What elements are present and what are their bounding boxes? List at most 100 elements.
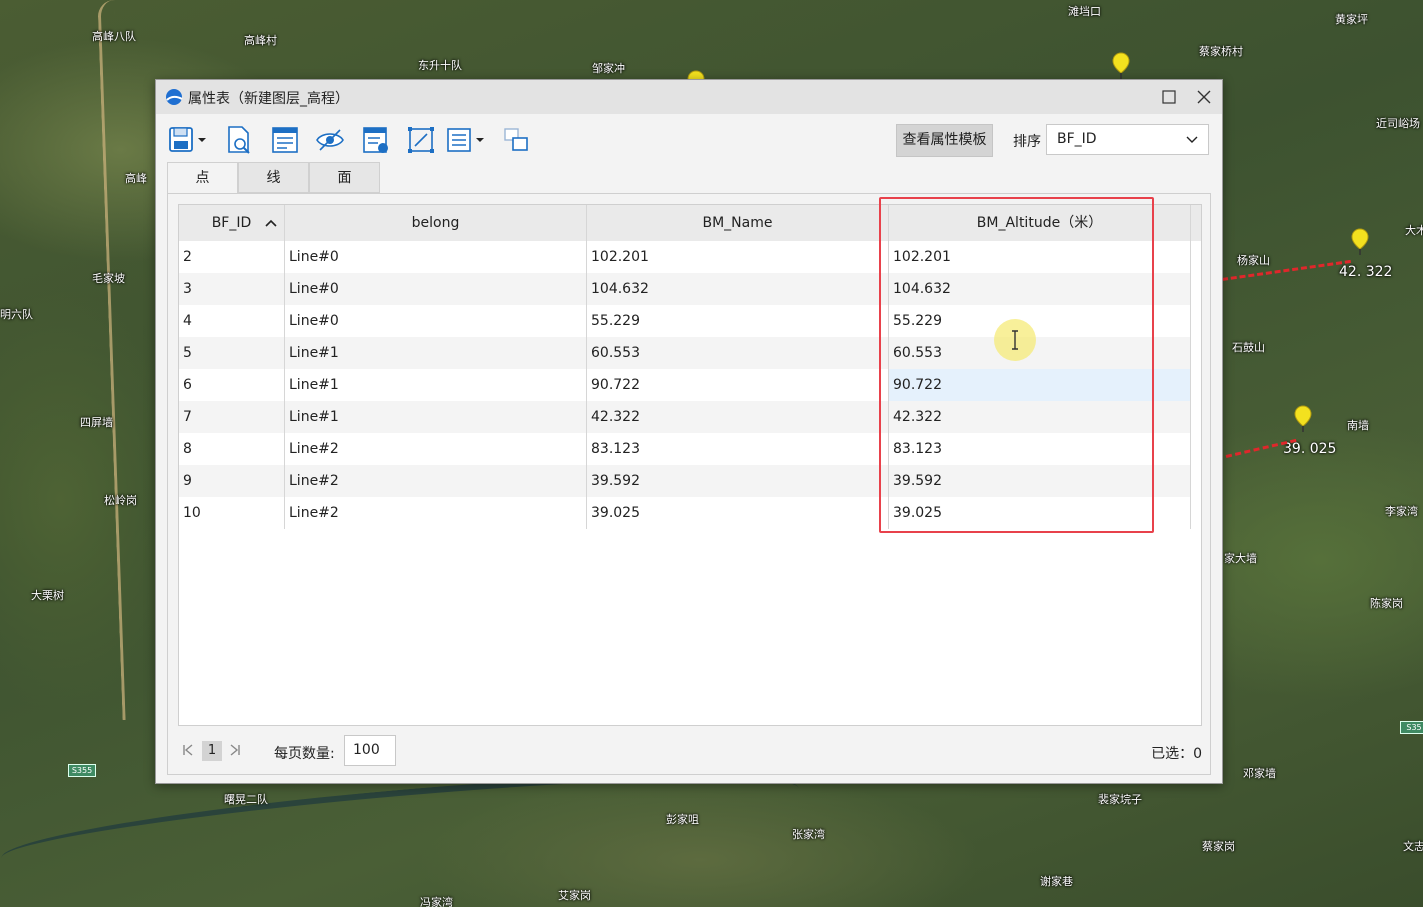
table-cell[interactable]: 4	[179, 305, 285, 337]
edit-fields-button[interactable]	[269, 124, 301, 156]
column-divider	[284, 241, 285, 529]
table-cell[interactable]: 2	[179, 241, 285, 273]
per-page-input[interactable]: 100	[344, 735, 396, 766]
map-place-label: 家大墙	[1224, 552, 1257, 565]
table-cell[interactable]: Line#1	[285, 401, 587, 433]
map-place-label: 杨家山	[1237, 254, 1270, 267]
map-place-label: 邹家冲	[592, 62, 625, 75]
resize-icon	[408, 127, 434, 153]
search-doc-icon	[228, 126, 250, 154]
eye-icon	[316, 129, 344, 151]
tab-polygon[interactable]: 面	[309, 162, 380, 193]
column-divider	[1190, 241, 1191, 529]
column-header-belong[interactable]: belong	[285, 205, 587, 241]
column-header-bf-id[interactable]: BF_ID	[179, 205, 285, 241]
map-pin-icon[interactable]	[1294, 405, 1312, 433]
map-place-label: 彭家咀	[666, 813, 699, 826]
sort-ascending-icon	[265, 219, 277, 227]
current-page[interactable]: 1	[202, 741, 222, 761]
visibility-button[interactable]	[314, 124, 346, 156]
column-header-bm-name[interactable]: BM_Name	[587, 205, 889, 241]
per-page-label: 每页数量:	[274, 746, 335, 762]
table-cell[interactable]: 55.229	[587, 305, 889, 337]
road-shield: S355	[68, 764, 96, 777]
map-place-label: 邓家墙	[1243, 767, 1276, 780]
title-bar[interactable]: 属性表（新建图层_高程）	[156, 80, 1222, 114]
form-settings-icon	[363, 127, 388, 153]
edit-list-icon	[272, 127, 298, 153]
attribute-table-window: 属性表（新建图层_高程） 查看属性模板 排序 BF_ID 点 线 面 BF_ID…	[155, 79, 1223, 784]
map-place-label: 李家湾	[1385, 505, 1418, 518]
first-page-icon[interactable]	[182, 743, 194, 757]
layers-icon	[504, 128, 528, 151]
selected-count: 已选：0	[1151, 746, 1202, 762]
map-place-label: 高峰村	[244, 34, 277, 47]
table-cell[interactable]: Line#2	[285, 465, 587, 497]
table-cell[interactable]: 7	[179, 401, 285, 433]
table-cell[interactable]: 39.592	[587, 465, 889, 497]
table-cell[interactable]: 60.553	[587, 337, 889, 369]
sort-select[interactable]: BF_ID	[1046, 124, 1209, 155]
table-cell[interactable]: 10	[179, 497, 285, 529]
table-cell[interactable]: Line#2	[285, 433, 587, 465]
map-place-label: 曙晃二队	[224, 793, 268, 806]
maximize-button[interactable]	[1154, 83, 1184, 111]
resize-columns-button[interactable]	[405, 124, 437, 156]
map-place-label: 四屏墙	[80, 416, 113, 429]
column-divider	[586, 241, 587, 529]
table-cell[interactable]: 102.201	[587, 241, 889, 273]
close-button[interactable]	[1189, 83, 1219, 111]
map-place-label: 黄家坪	[1335, 13, 1368, 26]
map-place-label: 大木	[1405, 224, 1423, 237]
window-title: 属性表（新建图层_高程）	[188, 91, 349, 107]
map-place-label: 南墙	[1347, 419, 1369, 432]
layers-button[interactable]	[500, 124, 532, 156]
table-cell[interactable]: 42.322	[587, 401, 889, 433]
map-place-label: 张家湾	[792, 828, 825, 841]
sort-value: BF_ID	[1057, 131, 1097, 147]
app-logo-icon	[166, 89, 183, 105]
toolbar	[167, 124, 547, 158]
table-cell[interactable]: Line#1	[285, 337, 587, 369]
list-menu-icon	[447, 128, 484, 152]
tab-line[interactable]: 线	[238, 162, 309, 193]
map-place-label: 大栗树	[31, 589, 64, 602]
query-button[interactable]	[224, 124, 256, 156]
save-icon	[169, 127, 206, 152]
pagination-bar: 1 每页数量: 100 已选：0	[168, 734, 1212, 774]
view-template-button[interactable]: 查看属性模板	[896, 124, 993, 157]
form-settings-button[interactable]	[360, 124, 392, 156]
save-button[interactable]	[167, 124, 206, 156]
table-cell[interactable]: 90.722	[587, 369, 889, 401]
table-cell[interactable]: Line#0	[285, 305, 587, 337]
table-cell[interactable]: 39.025	[587, 497, 889, 529]
map-pin-icon[interactable]	[1112, 52, 1130, 80]
table-cell[interactable]: 8	[179, 433, 285, 465]
header-filler	[1191, 205, 1201, 241]
map-place-label: 滩垱口	[1068, 5, 1101, 18]
table-cell[interactable]: Line#0	[285, 273, 587, 305]
table-cell[interactable]: 83.123	[587, 433, 889, 465]
map-place-label: 冯家湾	[420, 896, 453, 907]
table-cell[interactable]: 104.632	[587, 273, 889, 305]
table-cell[interactable]: Line#0	[285, 241, 587, 273]
list-menu-button[interactable]	[445, 124, 489, 156]
table-cell[interactable]: 6	[179, 369, 285, 401]
close-icon	[1197, 90, 1211, 104]
map-place-label: 明六队	[0, 308, 33, 321]
table-cell[interactable]: Line#2	[285, 497, 587, 529]
last-page-icon[interactable]	[229, 743, 241, 757]
table-cell[interactable]: 9	[179, 465, 285, 497]
map-place-label: 谢家巷	[1040, 875, 1073, 888]
map-pin-icon[interactable]	[1351, 228, 1369, 256]
map-place-label: 陈家岗	[1370, 597, 1403, 610]
map-place-label: 近司峪场	[1376, 117, 1420, 130]
map-place-label: 东升十队	[418, 59, 462, 72]
road-shield: S35	[1400, 721, 1423, 734]
map-elevation-label: 42. 322	[1339, 264, 1393, 280]
table-cell[interactable]: 3	[179, 273, 285, 305]
tab-point[interactable]: 点	[167, 162, 238, 195]
table-cell[interactable]: Line#1	[285, 369, 587, 401]
column-header-label: BF_ID	[211, 215, 252, 231]
table-cell[interactable]: 5	[179, 337, 285, 369]
